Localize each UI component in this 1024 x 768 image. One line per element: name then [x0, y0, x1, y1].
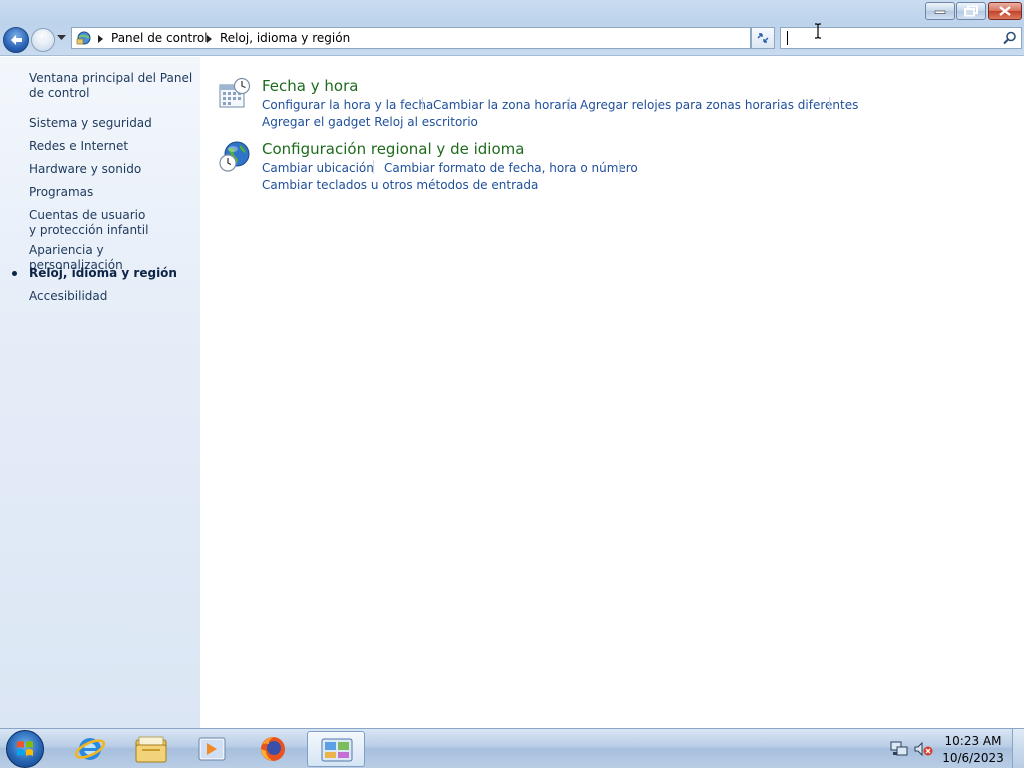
sidebar-item-ventana-principal[interactable]: Ventana principal del Panel de control [29, 71, 197, 101]
task-separator [569, 97, 570, 111]
sidebar-item-accesibilidad[interactable]: Accesibilidad [29, 289, 197, 304]
task-cambiar-ubicacion[interactable]: Cambiar ubicación [262, 161, 374, 175]
show-desktop-button[interactable] [1012, 729, 1024, 768]
breadcrumb-reloj-idioma-region[interactable]: Reloj, idioma y región [220, 31, 350, 45]
category-title-fecha-hora[interactable]: Fecha y hora [262, 77, 358, 95]
control-panel-location-icon [76, 31, 91, 45]
task-separator [829, 97, 830, 111]
sidebar: Ventana principal del Panel de control S… [0, 57, 200, 728]
start-button[interactable] [6, 730, 44, 768]
firefox-icon [261, 737, 285, 761]
task-cambiar-zona-horaria[interactable]: Cambiar la zona horaria [433, 98, 577, 112]
taskbar-media-player[interactable] [183, 731, 241, 767]
forward-arrow-icon [37, 35, 48, 45]
navigation-bar: Panel de control Reloj, idioma y región [0, 24, 1024, 56]
minimize-button[interactable] [925, 2, 955, 20]
clock-date[interactable]: 10/6/2023 [940, 751, 1006, 765]
network-icon[interactable] [890, 741, 908, 757]
back-button[interactable] [3, 27, 29, 53]
breadcrumb-separator[interactable] [98, 35, 103, 43]
task-cambiar-teclados[interactable]: Cambiar teclados u otros métodos de entr… [262, 178, 538, 192]
sidebar-item-cuentas-usuario[interactable]: Cuentas de usuario y protección infantil [29, 208, 149, 238]
taskbar: 10:23 AM 10/6/2023 [0, 728, 1024, 768]
task-separator [619, 160, 620, 174]
file-explorer-icon [135, 736, 167, 763]
clock-time[interactable]: 10:23 AM [940, 734, 1006, 748]
text-cursor-icon [815, 23, 821, 39]
sidebar-item-sistema-seguridad[interactable]: Sistema y seguridad [29, 116, 197, 131]
active-item-bullet [12, 271, 17, 276]
sidebar-item-hardware-sonido[interactable]: Hardware y sonido [29, 162, 197, 177]
taskbar-firefox[interactable] [244, 731, 302, 767]
breadcrumb-separator[interactable] [207, 35, 212, 43]
task-cambiar-formato[interactable]: Cambiar formato de fecha, hora o número [384, 161, 638, 175]
category-title-configuracion-regional[interactable]: Configuración regional y de idioma [262, 140, 524, 158]
main-content: Fecha y hora Configurar la hora y la fec… [200, 57, 1024, 728]
refresh-icon [757, 33, 769, 43]
back-arrow-icon [11, 35, 22, 45]
breadcrumb-panel-de-control[interactable]: Panel de control [111, 31, 208, 45]
internet-explorer-icon [74, 738, 106, 760]
media-player-icon [198, 737, 226, 761]
taskbar-internet-explorer[interactable] [61, 731, 119, 767]
close-icon [999, 6, 1011, 16]
task-agregar-gadget-reloj[interactable]: Agregar el gadget Reloj al escritorio [262, 115, 478, 129]
recent-pages-dropdown-icon[interactable] [57, 35, 66, 41]
task-separator [422, 97, 423, 111]
minimize-icon [934, 10, 946, 14]
refresh-button[interactable] [751, 27, 775, 49]
search-icon[interactable] [1003, 31, 1017, 45]
task-configurar-hora-fecha[interactable]: Configurar la hora y la fecha [262, 98, 433, 112]
taskbar-control-panel[interactable] [307, 731, 365, 767]
volume-muted-icon[interactable] [913, 741, 933, 757]
title-bar [0, 0, 1024, 24]
forward-button[interactable] [31, 28, 55, 52]
task-agregar-relojes[interactable]: Agregar relojes para zonas horarias dife… [580, 98, 858, 112]
clock-calendar-icon[interactable] [218, 77, 252, 111]
task-separator [373, 160, 374, 174]
restore-icon [964, 5, 978, 17]
address-bar[interactable]: Panel de control Reloj, idioma y región [71, 27, 813, 49]
text-caret [787, 31, 788, 45]
taskbar-file-explorer[interactable] [122, 731, 180, 767]
globe-clock-icon[interactable] [218, 140, 252, 174]
windows-logo-icon [17, 741, 33, 756]
restore-button[interactable] [956, 2, 986, 20]
control-panel-icon [321, 738, 353, 762]
sidebar-item-reloj-idioma-region[interactable]: Reloj, idioma y región [29, 266, 197, 281]
sidebar-item-programas[interactable]: Programas [29, 185, 197, 200]
sidebar-item-redes-internet[interactable]: Redes e Internet [29, 139, 197, 154]
close-button[interactable] [988, 2, 1022, 20]
